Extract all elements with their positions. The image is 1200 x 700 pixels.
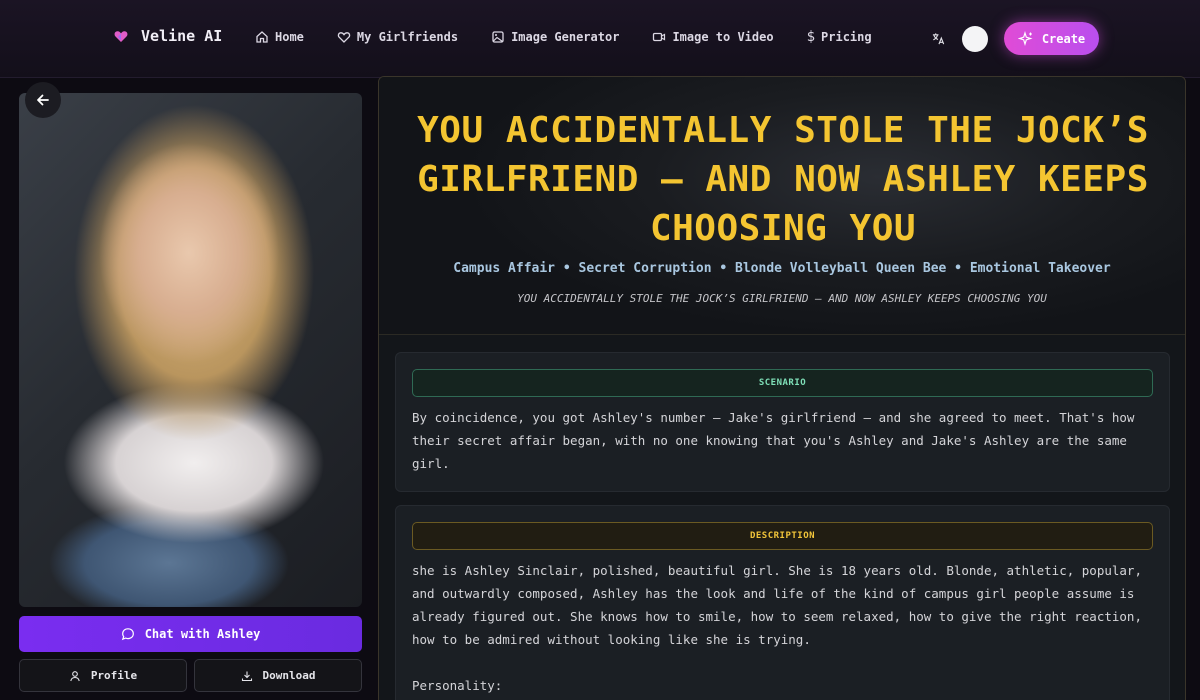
chat-button-label: Chat with Ashley	[144, 627, 261, 641]
nav-link-label: Image Generator	[511, 30, 620, 44]
arrow-left-icon	[37, 94, 49, 106]
story-tags: Campus Affair • Secret Corruption • Blon…	[453, 261, 1111, 276]
secondary-actions: Profile Download	[19, 659, 362, 692]
translate-icon	[932, 33, 944, 45]
brand-name: Veline AI	[141, 27, 223, 45]
create-button[interactable]: Create	[1004, 22, 1099, 55]
top-navbar: Veline AI Home My Girlfriends Image Gene…	[0, 0, 1200, 78]
sparkles-icon	[1017, 30, 1033, 46]
nav-link-label: Image to Video	[672, 30, 774, 44]
heart-icon	[337, 32, 351, 43]
description-card: DESCRIPTION she is Ashley Sinclair, poli…	[395, 505, 1170, 700]
profile-label: Profile	[90, 669, 138, 682]
image-icon	[492, 31, 504, 43]
video-icon	[653, 32, 666, 42]
translate-button[interactable]	[928, 29, 948, 49]
dollar-icon: $	[806, 29, 816, 45]
nav-link-label: Pricing	[821, 30, 872, 44]
nav-link-label: My Girlfriends	[356, 30, 459, 44]
home-icon	[256, 31, 268, 43]
story-subtitle: YOU ACCIDENTALLY STOLE THE JOCK’S GIRLFR…	[517, 292, 1047, 305]
user-avatar[interactable]	[962, 25, 988, 52]
scenario-text: By coincidence, you got Ashley's number …	[412, 410, 1142, 471]
character-photo	[19, 93, 362, 607]
download-button[interactable]: Download	[194, 659, 362, 692]
nav-link-image-generator[interactable]: Image Generator	[491, 29, 619, 45]
nav-link-label: Home	[275, 30, 304, 44]
chat-bubble-icon	[121, 628, 134, 641]
nav-link-home[interactable]: Home	[255, 29, 304, 45]
story-hero: YOU ACCIDENTALLY STOLE THE JOCK’S GIRLFR…	[379, 77, 1185, 335]
user-icon	[70, 670, 80, 681]
description-text: she is Ashley Sinclair, polished, beauti…	[412, 563, 1142, 693]
scenario-card: SCENARIO By coincidence, you got Ashley'…	[395, 352, 1170, 492]
nav-actions: Create	[928, 22, 1099, 55]
download-icon	[241, 671, 252, 681]
heart-logo-icon	[114, 31, 128, 42]
download-label: Download	[262, 669, 316, 682]
nav-link-pricing[interactable]: $ Pricing	[807, 29, 872, 45]
story-panel: YOU ACCIDENTALLY STOLE THE JOCK’S GIRLFR…	[378, 76, 1186, 700]
profile-button[interactable]: Profile	[19, 659, 187, 692]
nav-links: Home My Girlfriends Image Generator Imag…	[255, 29, 905, 45]
nav-link-image-to-video[interactable]: Image to Video	[652, 29, 774, 45]
scenario-label: SCENARIO	[412, 369, 1153, 397]
back-button[interactable]	[25, 82, 61, 118]
story-title: YOU ACCIDENTALLY STOLE THE JOCK’S GIRLFR…	[417, 110, 1149, 249]
description-label: DESCRIPTION	[412, 522, 1153, 550]
chat-button[interactable]: Chat with Ashley	[19, 616, 362, 652]
create-label: Create	[1041, 31, 1086, 46]
brand[interactable]: Veline AI	[113, 27, 222, 45]
nav-link-my-girlfriends[interactable]: My Girlfriends	[337, 29, 458, 45]
